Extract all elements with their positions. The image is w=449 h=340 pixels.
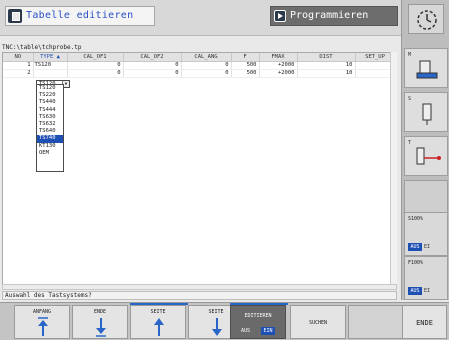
cell-dist[interactable]: 10 <box>297 69 356 78</box>
softkey-m-label: M <box>408 52 412 58</box>
mode-indicator[interactable]: Programmieren <box>270 6 398 26</box>
window-title: Tabelle editieren <box>26 10 134 21</box>
spindle-override-value: S100% <box>408 216 424 222</box>
anfang-label: ANFANG <box>32 309 52 315</box>
file-path: TNC:\table\tchprobe.tp <box>2 44 82 51</box>
editieren-label: EDITIEREN <box>244 313 272 319</box>
col-header-cal-of1[interactable]: CAL_OF1 <box>67 53 124 62</box>
horizontal-scrollbar[interactable] <box>2 284 397 290</box>
spindle-icon <box>422 103 432 125</box>
sort-icon: ▲ <box>56 53 60 60</box>
cell-dist[interactable]: 10 <box>297 61 356 70</box>
title-box: Tabelle editieren <box>5 6 155 26</box>
spindle-override[interactable]: S100% AUS EI <box>404 212 448 256</box>
arrow-down-icon <box>212 318 222 336</box>
col-header-no[interactable]: NO <box>3 53 34 62</box>
dropdown-option[interactable]: TS630 <box>37 114 63 121</box>
suchen-label: SUCHEN <box>308 320 328 326</box>
col-header-cal-of2[interactable]: CAL_OF2 <box>123 53 182 62</box>
cell-cal-of1[interactable]: 0 <box>67 61 124 70</box>
cell-fmax[interactable]: +2000 <box>259 69 298 78</box>
table-edit-icon <box>8 9 22 23</box>
page-up-button[interactable]: SEITE <box>130 303 188 339</box>
arrow-down-to-end-icon <box>96 318 106 337</box>
cell-set-up[interactable] <box>355 61 396 70</box>
editieren-ein[interactable]: EIN <box>261 327 275 335</box>
cell-cal-of1[interactable]: 0 <box>67 69 124 78</box>
empty-softkey[interactable] <box>348 305 404 339</box>
arrow-up-icon <box>154 318 164 336</box>
dropdown-option[interactable]: TS640 <box>37 128 63 135</box>
cell-no[interactable]: 2 <box>3 69 34 78</box>
machine-function-icon <box>416 60 438 79</box>
dropdown-option[interactable]: TS120 <box>37 85 63 92</box>
cell-cal-ang[interactable]: 0 <box>181 61 232 70</box>
table-header-row: NO TYPE ▲ CAL_OF1 CAL_OF2 CAL_ANG F FMAX… <box>3 53 396 62</box>
cell-cal-of2[interactable]: 0 <box>123 61 182 70</box>
page-up-label: SEITE <box>150 309 166 315</box>
cell-cal-ang[interactable]: 0 <box>181 69 232 78</box>
col-header-type[interactable]: TYPE ▲ <box>33 53 68 62</box>
type-dropdown-list: TS120 TS220 TS440 TS444 TS630 TS632 TS640 TS740… <box>36 84 64 172</box>
tool-call-icon <box>416 147 441 165</box>
ende-arrow-label: ENDE <box>93 309 107 315</box>
dropdown-option[interactable]: TS444 <box>37 107 63 114</box>
clock-icon[interactable] <box>408 4 444 34</box>
col-header-set-up[interactable]: SET_UP <box>355 53 396 62</box>
spindle-override-aus[interactable]: AUS <box>408 243 422 251</box>
dropdown-option[interactable]: TS440 <box>37 99 63 106</box>
ende-button[interactable]: ENDE <box>402 305 447 339</box>
dropdown-option[interactable]: KT130 <box>37 143 63 150</box>
softkey-t-function[interactable]: T <box>404 136 448 176</box>
mode-label: Programmieren <box>290 10 369 21</box>
cell-f[interactable]: 500 <box>231 69 260 78</box>
spindle-override-ein[interactable]: EI <box>424 243 438 251</box>
table-row[interactable]: 2 0 0 0 500 +2000 10 <box>3 69 396 78</box>
col-header-type-label: TYPE <box>40 53 54 60</box>
cell-no[interactable]: 1 <box>3 61 34 70</box>
vertical-scrollbar[interactable] <box>390 52 397 284</box>
dropdown-option[interactable]: OEM <box>37 150 63 157</box>
dropdown-option[interactable]: TS632 <box>37 121 63 128</box>
table-row[interactable]: 1 TS120 0 0 0 500 +2000 10 <box>3 61 396 70</box>
softkey-t-label: T <box>408 140 412 146</box>
right-softkey-panel: M S T S100% AUS EI F100% AUS EI <box>401 0 449 300</box>
ende-arrow-button[interactable]: ENDE <box>72 305 128 339</box>
dropdown-option[interactable]: TS220 <box>37 92 63 99</box>
status-prompt: Auswahl des Tastsystems? <box>2 291 397 300</box>
editieren-aus[interactable]: AUS <box>241 328 250 334</box>
feed-override-value: F100% <box>408 260 424 266</box>
header-bar: Tabelle editieren Programmieren <box>0 0 401 36</box>
program-mode-icon <box>274 10 286 22</box>
cell-set-up[interactable] <box>355 69 396 78</box>
editieren-toggle[interactable]: EDITIEREN AUS EIN <box>230 303 288 339</box>
bottom-softkey-bar: ANFANG ENDE SEITE SEITE EDITIEREN AUS EI… <box>0 302 449 340</box>
cell-f[interactable]: 500 <box>231 61 260 70</box>
suchen-button[interactable]: SUCHEN <box>290 305 346 339</box>
col-header-dist[interactable]: DIST <box>297 53 356 62</box>
arrow-up-to-start-icon <box>38 317 48 336</box>
dropdown-option[interactable]: TS740 <box>37 135 63 143</box>
feed-override-aus[interactable]: AUS <box>408 287 422 295</box>
col-header-f[interactable]: F <box>231 53 260 62</box>
cell-fmax[interactable]: +2000 <box>259 61 298 70</box>
col-header-cal-ang[interactable]: CAL_ANG <box>181 53 232 62</box>
anfang-button[interactable]: ANFANG <box>14 305 70 339</box>
cell-type[interactable]: TS120 <box>33 61 68 70</box>
softkey-m-function[interactable]: M <box>404 48 448 88</box>
feed-override-ein[interactable]: EI <box>424 287 438 295</box>
cell-cal-of2[interactable]: 0 <box>123 69 182 78</box>
cell-type[interactable] <box>33 69 68 78</box>
feed-override[interactable]: F100% AUS EI <box>404 256 448 300</box>
softkey-s-function[interactable]: S <box>404 92 448 132</box>
softkey-s-label: S <box>408 96 412 102</box>
col-header-fmax[interactable]: FMAX <box>259 53 298 62</box>
